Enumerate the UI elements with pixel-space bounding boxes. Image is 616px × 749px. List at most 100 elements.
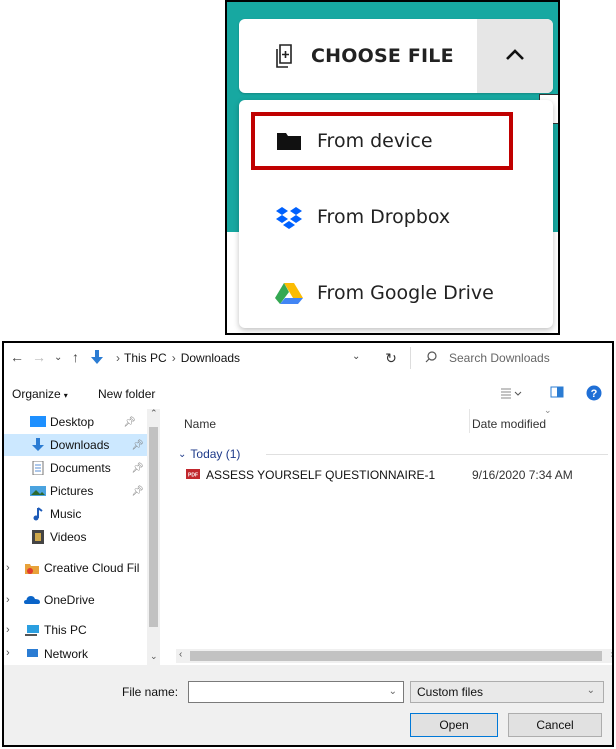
source-dropdown: From device From Dropbox From Google Dri… xyxy=(239,100,553,328)
expand-chevron-icon[interactable]: › xyxy=(6,594,24,606)
choose-file-bar: CHOOSE FILE xyxy=(239,19,553,93)
menu-item-from-device[interactable]: From device xyxy=(239,106,553,176)
expand-chevron-icon[interactable]: › xyxy=(6,647,24,659)
nav-item-desktop[interactable]: Desktop 📌︎ xyxy=(4,411,148,433)
nav-label: Creative Cloud Fil xyxy=(44,561,140,575)
nav-label: Network xyxy=(44,647,89,661)
choose-file-panel: CHOOSE FILE E From device From Dropbox xyxy=(225,0,560,335)
address-row: ← → ⌄ ↑ › This PC › Downloads ⌄ ↻ Search… xyxy=(4,343,612,373)
scroll-thumb[interactable] xyxy=(149,427,158,627)
videos-icon xyxy=(30,530,46,544)
up-arrow-icon[interactable]: ↑ xyxy=(72,349,79,365)
search-input[interactable]: Search Downloads xyxy=(410,347,612,369)
this-pc-icon xyxy=(24,623,40,637)
sort-chevron-icon: ⌄ xyxy=(544,405,552,415)
scroll-right-icon[interactable]: › xyxy=(611,649,612,660)
menu-item-from-dropbox[interactable]: From Dropbox xyxy=(239,182,553,252)
scroll-up-icon[interactable]: ⌃ xyxy=(150,408,158,419)
file-name-input[interactable]: ⌄ xyxy=(188,681,404,703)
refresh-button[interactable]: ↻ xyxy=(376,347,406,369)
scroll-left-icon[interactable]: ‹ xyxy=(179,649,182,660)
nav-item-onedrive[interactable]: › OneDrive xyxy=(4,589,148,611)
pin-icon[interactable]: 📌︎ xyxy=(131,440,144,451)
pin-icon[interactable]: 📌︎ xyxy=(131,486,144,497)
file-name: ASSESS YOURSELF QUESTIONNAIRE-1 xyxy=(206,468,436,482)
music-icon xyxy=(30,507,46,521)
nav-item-network[interactable]: › Network xyxy=(4,647,148,665)
svg-text:?: ? xyxy=(591,388,598,400)
group-divider xyxy=(266,454,608,455)
nav-item-music[interactable]: Music xyxy=(4,503,148,525)
scroll-down-icon[interactable]: ⌄ xyxy=(150,651,158,662)
refresh-icon: ↻ xyxy=(385,349,397,366)
file-name-label: File name: xyxy=(122,685,179,699)
breadcrumb[interactable]: › This PC › Downloads xyxy=(112,347,412,369)
organize-label: Organize xyxy=(12,387,61,401)
nav-label: Documents xyxy=(50,461,111,475)
choose-file-button[interactable]: CHOOSE FILE xyxy=(239,19,477,93)
recent-dropdown-icon[interactable]: ⌄ xyxy=(54,352,62,363)
new-folder-button[interactable]: New folder xyxy=(98,387,155,401)
nav-item-pictures[interactable]: Pictures 📌︎ xyxy=(4,480,148,502)
column-header-date[interactable]: Date modified xyxy=(472,417,546,431)
collapse-menu-button[interactable] xyxy=(477,19,553,93)
view-options-icon[interactable] xyxy=(500,387,522,402)
group-collapse-icon[interactable]: ⌄ xyxy=(178,449,186,460)
nav-item-creative-cloud[interactable]: › Creative Cloud Fil xyxy=(4,557,148,579)
open-button[interactable]: Open xyxy=(410,713,498,737)
dropbox-icon xyxy=(275,205,303,229)
open-file-dialog: ← → ⌄ ↑ › This PC › Downloads ⌄ ↻ Search… xyxy=(2,341,614,747)
download-arrow-icon xyxy=(30,438,46,452)
column-divider xyxy=(469,409,470,433)
address-dropdown-icon[interactable]: ⌄ xyxy=(352,351,360,362)
menu-item-label: From device xyxy=(317,130,433,152)
back-arrow-icon[interactable]: ← xyxy=(10,349,24,365)
dialog-footer: File name: ⌄ Custom files ⌄ Open Cancel xyxy=(4,665,612,745)
download-arrow-icon xyxy=(90,349,104,368)
google-drive-icon xyxy=(275,281,303,305)
help-icon[interactable]: ? xyxy=(586,385,602,404)
pin-icon[interactable]: 📌︎ xyxy=(131,463,144,474)
nav-item-documents[interactable]: Documents 📌︎ xyxy=(4,457,148,479)
group-label: Today (1) xyxy=(190,447,241,461)
choose-file-label: CHOOSE FILE xyxy=(311,45,454,67)
svg-text:PDF: PDF xyxy=(188,472,198,478)
dialog-toolbar: Organize ▾ New folder ? xyxy=(4,381,612,407)
menu-item-label: From Google Drive xyxy=(317,282,494,304)
desktop-icon xyxy=(30,415,46,429)
chevron-up-icon xyxy=(505,47,525,66)
pin-icon[interactable]: 📌︎ xyxy=(123,417,136,428)
column-header-name[interactable]: Name xyxy=(184,417,216,431)
nav-item-this-pc[interactable]: › This PC xyxy=(4,619,148,641)
nav-label: This PC xyxy=(44,623,87,637)
documents-icon xyxy=(30,460,46,476)
file-horizontal-scrollbar[interactable]: ‹ › xyxy=(176,649,612,663)
forward-arrow-icon[interactable]: → xyxy=(32,349,46,365)
breadcrumb-downloads[interactable]: Downloads xyxy=(181,351,240,365)
creative-cloud-icon xyxy=(24,561,40,575)
expand-chevron-icon[interactable]: › xyxy=(6,624,24,636)
expand-chevron-icon[interactable]: › xyxy=(6,562,24,574)
nav-label: Videos xyxy=(50,530,87,544)
chevron-down-icon[interactable]: ⌄ xyxy=(389,686,397,697)
group-header-today[interactable]: ⌄ Today (1) xyxy=(178,447,240,461)
menu-item-from-google-drive[interactable]: From Google Drive xyxy=(239,258,553,328)
nav-label: Downloads xyxy=(50,438,110,452)
navigation-pane: Desktop 📌︎ Downloads 📌︎ Documents 📌︎ Pic… xyxy=(4,409,160,665)
organize-button[interactable]: Organize ▾ xyxy=(12,387,68,401)
pdf-icon: PDF xyxy=(186,468,200,483)
preview-pane-icon[interactable] xyxy=(550,386,564,401)
nav-item-downloads[interactable]: Downloads 📌︎ xyxy=(4,434,148,456)
add-file-icon xyxy=(275,43,297,69)
scroll-thumb[interactable] xyxy=(190,651,602,661)
nav-vertical-scrollbar[interactable]: ⌃ ⌄ xyxy=(147,408,160,665)
file-type-select[interactable]: Custom files ⌄ xyxy=(410,681,604,703)
file-date: 9/16/2020 7:34 AM xyxy=(472,468,573,482)
search-placeholder: Search Downloads xyxy=(449,351,550,365)
breadcrumb-this-pc[interactable]: This PC xyxy=(124,351,167,365)
nav-label: Music xyxy=(50,507,82,521)
cancel-button[interactable]: Cancel xyxy=(508,713,602,737)
onedrive-icon xyxy=(24,593,40,607)
nav-item-videos[interactable]: Videos xyxy=(4,526,148,548)
file-type-value: Custom files xyxy=(417,685,484,699)
